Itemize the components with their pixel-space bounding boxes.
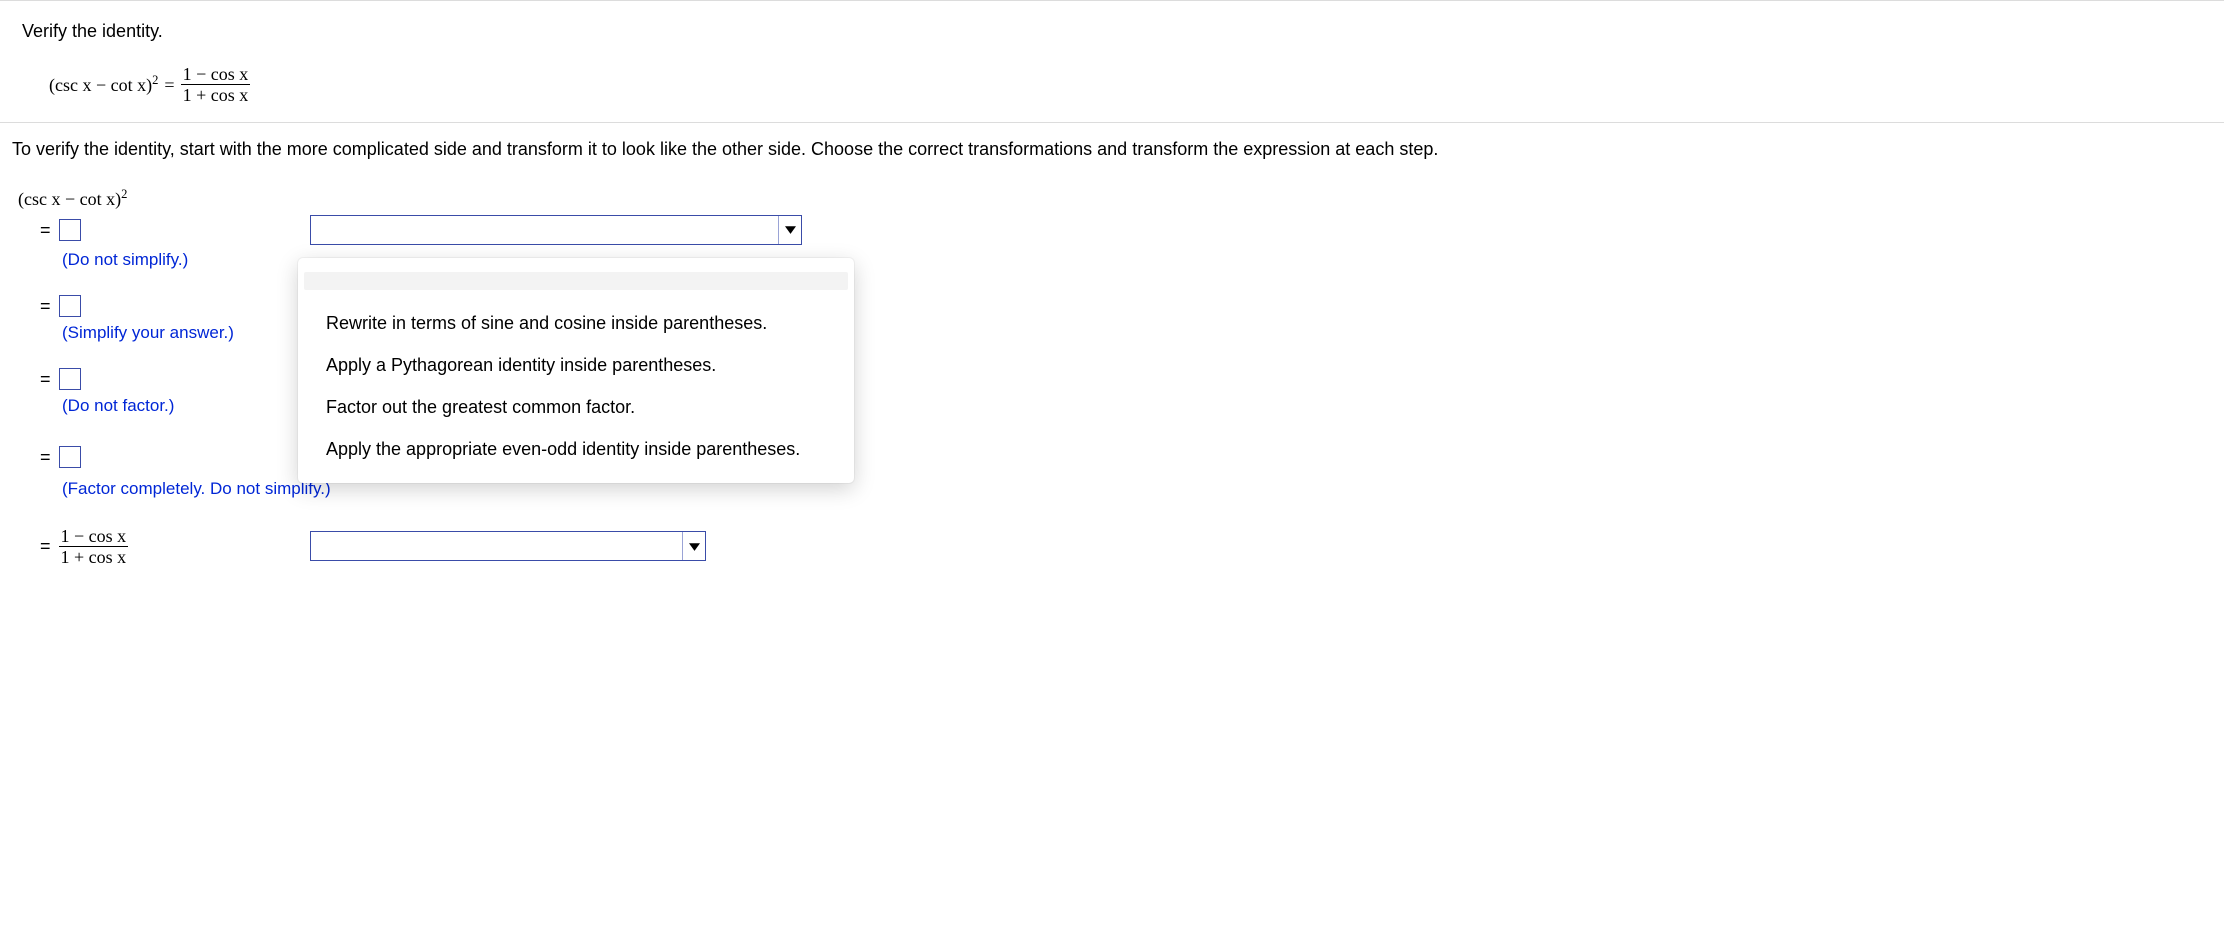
transform-option[interactable]: Factor out the greatest common factor.: [298, 386, 854, 428]
step-1-transform-value: [311, 218, 353, 242]
equals-sign: =: [40, 367, 51, 391]
start-expression-exp: 2: [121, 187, 127, 201]
step-5-result-cell: = 1 − cos x 1 + cos x: [12, 523, 300, 569]
prompt-text: Verify the identity.: [22, 19, 2202, 43]
step-1-transform-dropdown[interactable]: [310, 215, 802, 245]
step-5-transform-value: [311, 534, 353, 558]
identity-lhs-base: (csc x − cot x): [49, 75, 152, 95]
chevron-down-icon: [682, 532, 705, 560]
step-2-answer-cell: =: [12, 294, 300, 318]
step-5-result-fraction: 1 − cos x 1 + cos x: [59, 527, 129, 566]
identity-rhs-num: 1 − cos x: [181, 65, 251, 84]
equals-sign: =: [40, 534, 51, 558]
identity-lhs: (csc x − cot x)2: [49, 72, 158, 97]
step-4-answer-cell: =: [12, 445, 300, 469]
step-1-answer-box[interactable]: [59, 219, 81, 241]
chevron-down-icon: [778, 216, 801, 244]
equals-sign: =: [40, 445, 51, 469]
steps-area: (csc x − cot x)2 = (Do not simplify.) = …: [0, 174, 2224, 604]
transform-option[interactable]: Apply a Pythagorean identity inside pare…: [298, 344, 854, 386]
step-3-answer-box[interactable]: [59, 368, 81, 390]
transform-option[interactable]: Rewrite in terms of sine and cosine insi…: [298, 302, 854, 344]
transform-option-blank[interactable]: [304, 272, 848, 290]
step-5-result-num: 1 − cos x: [59, 527, 129, 546]
step-5-result-den: 1 + cos x: [59, 546, 129, 566]
transform-option[interactable]: Apply the appropriate even-odd identity …: [298, 428, 854, 470]
start-expression: (csc x − cot x)2: [18, 186, 2212, 211]
identity-rhs-fraction: 1 − cos x 1 + cos x: [181, 65, 251, 104]
start-expression-base: (csc x − cot x): [18, 189, 121, 209]
step-2-answer-box[interactable]: [59, 295, 81, 317]
step-1-answer-cell: =: [12, 218, 300, 242]
identity-equals: =: [164, 73, 174, 97]
question-header: Verify the identity. (csc x − cot x)2 = …: [0, 1, 2224, 122]
identity-equation: (csc x − cot x)2 = 1 − cos x 1 + cos x: [49, 65, 250, 104]
step-4-answer-box[interactable]: [59, 446, 81, 468]
instruction-text: To verify the identity, start with the m…: [0, 123, 2224, 173]
step-5-transform-dropdown[interactable]: [310, 531, 706, 561]
equals-sign: =: [40, 218, 51, 242]
identity-rhs-den: 1 + cos x: [181, 84, 251, 104]
step-1-row: =: [12, 215, 2212, 245]
identity-lhs-exp: 2: [152, 73, 158, 87]
step-5-row: = 1 − cos x 1 + cos x: [12, 523, 2212, 569]
equals-sign: =: [40, 294, 51, 318]
transform-options-panel: Rewrite in terms of sine and cosine insi…: [298, 258, 854, 483]
step-3-answer-cell: =: [12, 367, 300, 391]
